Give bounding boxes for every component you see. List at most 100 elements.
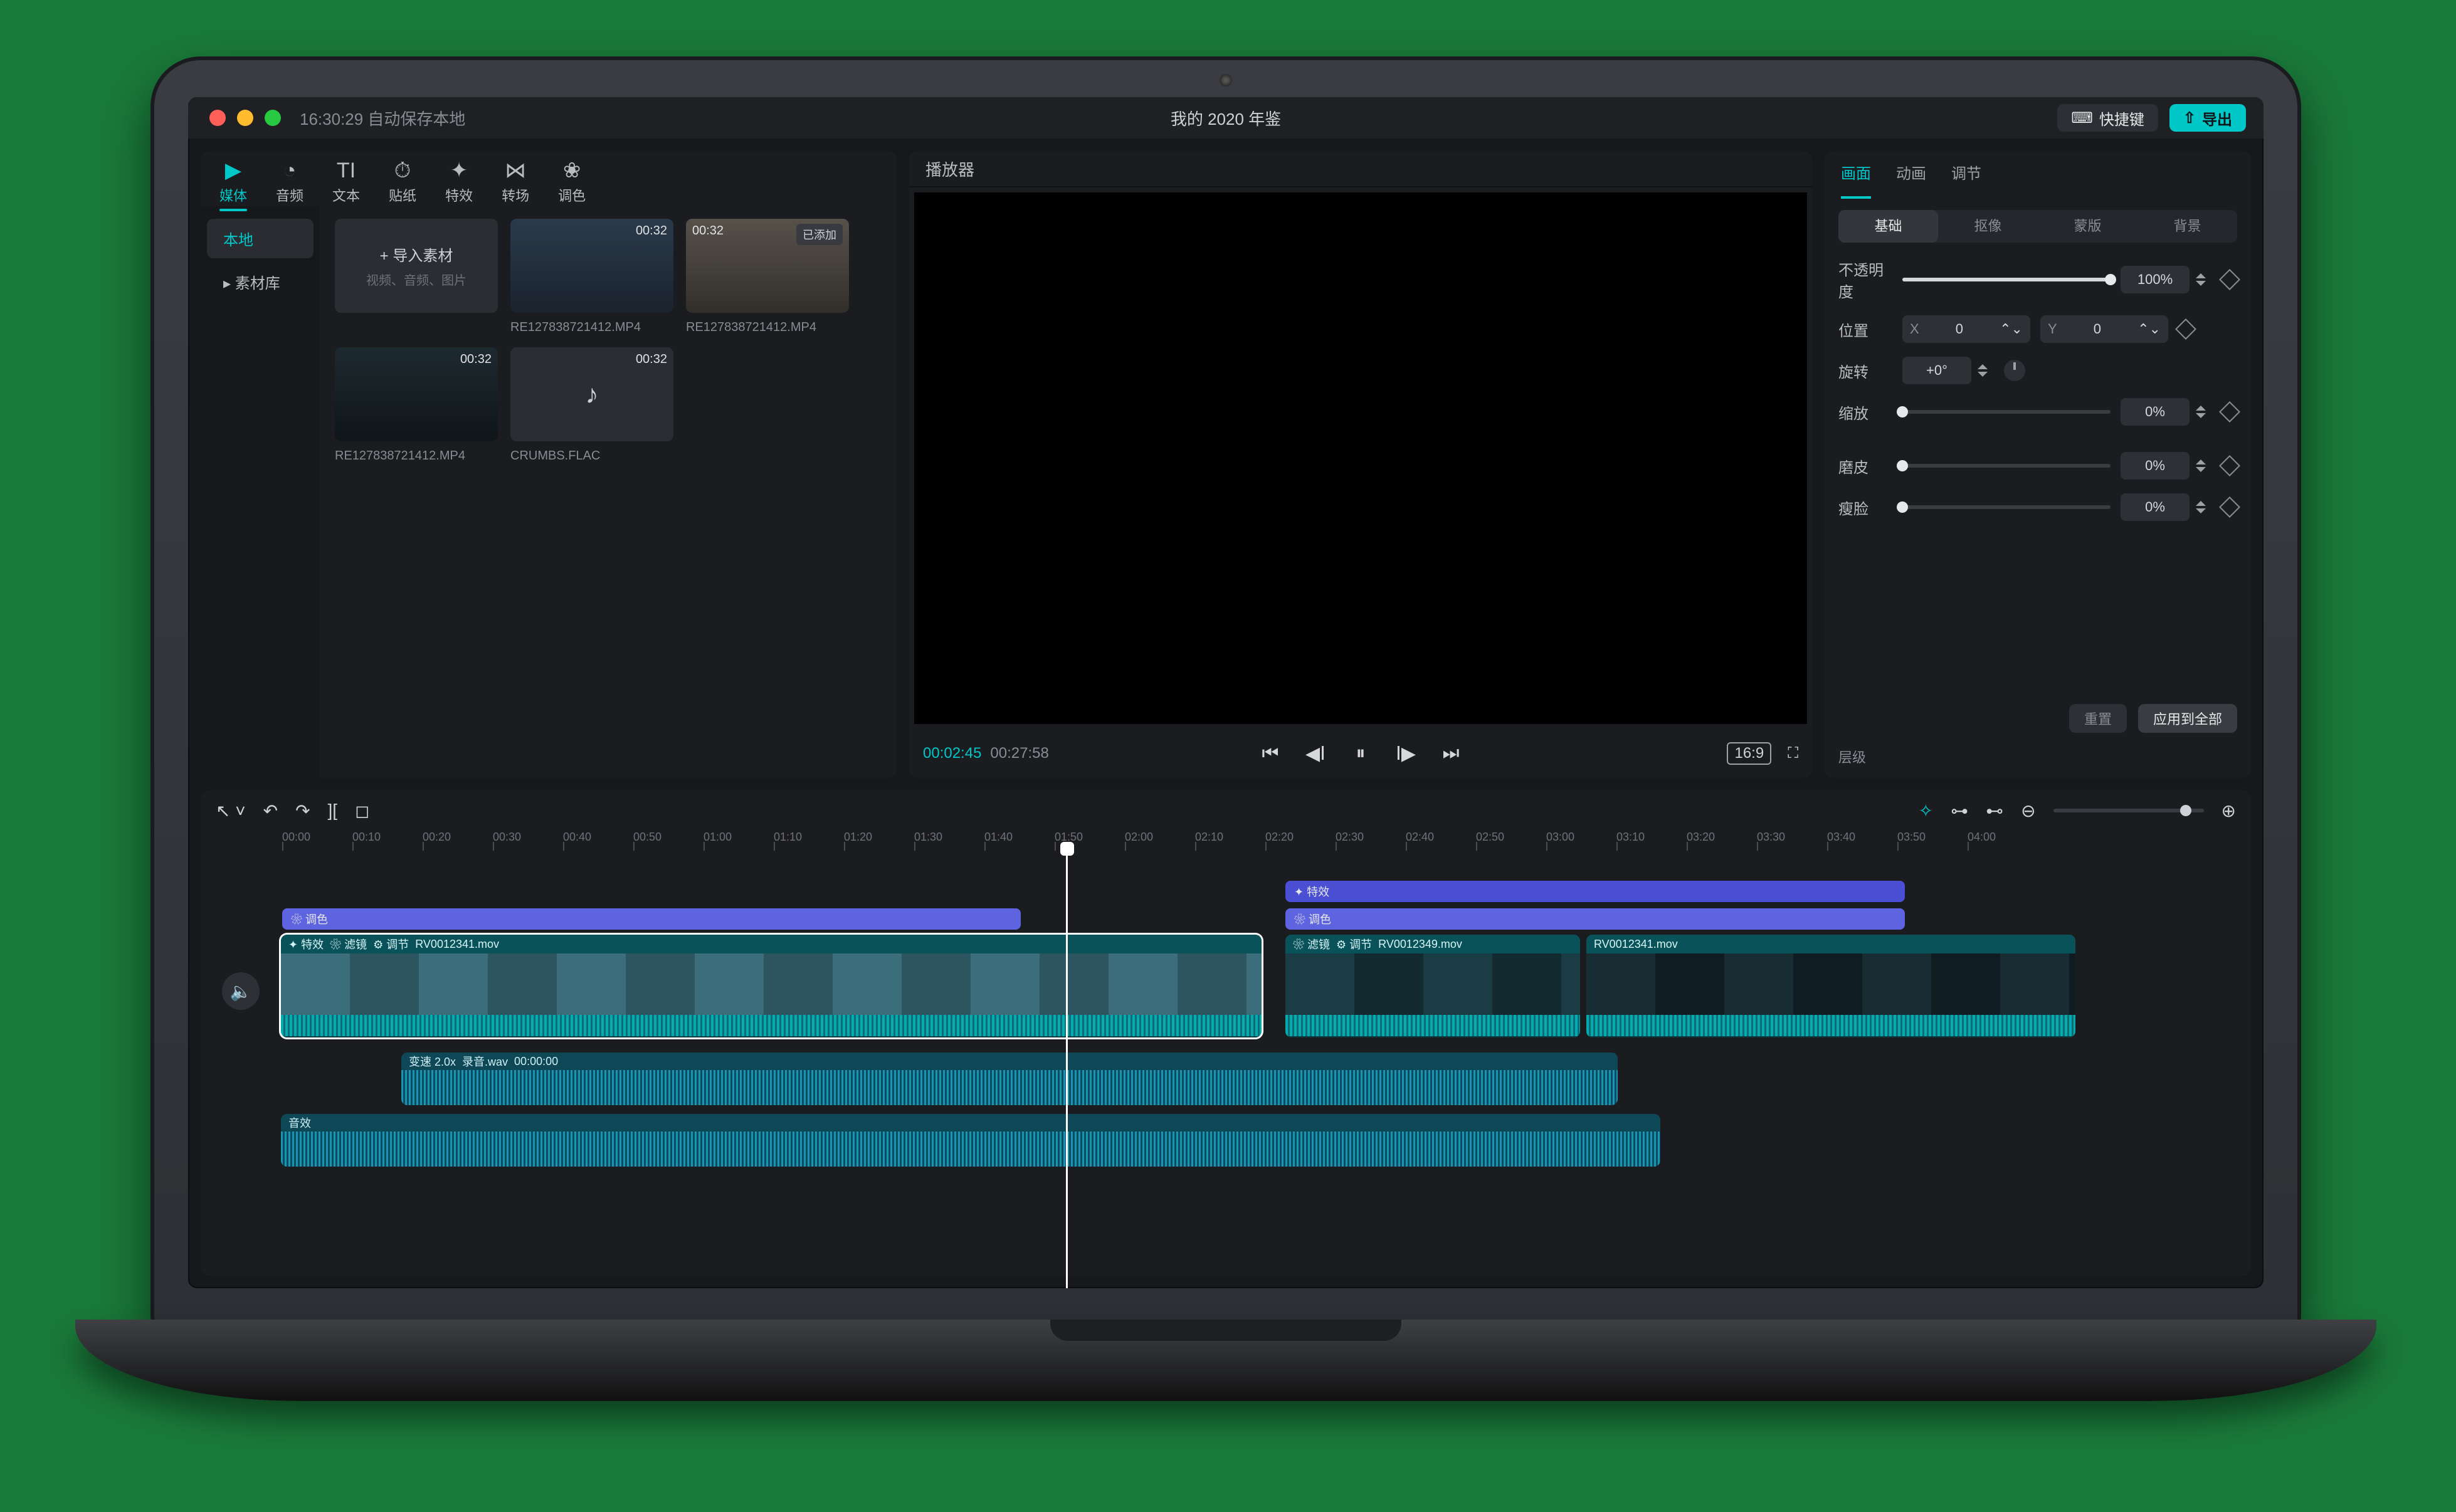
snap-toggle[interactable]: ✧ [1919, 801, 1933, 821]
tab-text[interactable]: TI 文本 [332, 160, 360, 205]
media-item-audio[interactable]: 00:32 ♪ [510, 347, 673, 441]
select-tool[interactable]: ↖ ˅ [216, 801, 246, 821]
tab-adjust[interactable]: 调节 [1951, 161, 1981, 199]
next-clip-button[interactable]: ⏭ [1441, 743, 1461, 765]
scale-slider[interactable] [1902, 410, 2111, 414]
undo-button[interactable]: ↶ [263, 801, 278, 821]
track-label: ❀ 调色 [1294, 911, 1331, 927]
sidebar-local[interactable]: 本地 [207, 219, 314, 258]
effects-track[interactable]: ✦ 特效 [1285, 881, 1905, 902]
media-item[interactable]: 已添加 00:32 [686, 219, 849, 313]
prev-frame-button[interactable]: ◀Ⅰ [1305, 743, 1326, 765]
split-button[interactable]: ][ [328, 801, 338, 821]
apply-all-button[interactable]: 应用到全部 [2138, 704, 2237, 733]
track-label: ❀ 调色 [291, 911, 328, 927]
colorgrade-track[interactable]: ❀ 调色 [282, 908, 1021, 930]
window-close[interactable] [209, 110, 226, 126]
ruler-tick: 03:30 [1757, 831, 1827, 853]
ruler-tick: 00:20 [423, 831, 493, 853]
audio-clip[interactable]: 音效 [281, 1114, 1660, 1167]
video-clip[interactable]: ❀ 滤镜 ⚙ 调节 RV0012349.mov [1285, 935, 1580, 1037]
ruler-tick: 02:00 [1125, 831, 1195, 853]
clip-name: CRUMBS.FLAC [510, 449, 673, 463]
reset-button[interactable]: 重置 [2069, 704, 2127, 733]
scale-value[interactable]: 0% [2121, 398, 2190, 426]
timeline-ruler[interactable]: 00:00 00:10 00:20 00:30 00:40 00:50 01:0… [201, 831, 2251, 853]
smooth-value[interactable]: 0% [2121, 452, 2190, 480]
play-pause-button[interactable]: ⏸ [1351, 743, 1371, 765]
slim-spinner[interactable] [2196, 501, 2212, 513]
prev-clip-button[interactable]: ⏮ [1260, 743, 1280, 765]
tab-label: 文本 [332, 185, 360, 205]
tab-sticker[interactable]: ⏱ 贴纸 [389, 160, 416, 205]
slim-value[interactable]: 0% [2121, 493, 2190, 521]
position-y-input[interactable]: Y0⌃⌄ [2040, 315, 2168, 343]
tab-effects[interactable]: ✦ 特效 [445, 160, 473, 205]
subtab-background[interactable]: 背景 [2137, 210, 2237, 243]
tab-animation[interactable]: 动画 [1896, 161, 1926, 199]
audio-clip[interactable]: 变速 2.0x 录音.wav 00:00:00 [401, 1053, 1618, 1105]
zoom-in-button[interactable]: ⊕ [2221, 801, 2236, 821]
next-frame-button[interactable]: Ⅰ▶ [1396, 743, 1416, 765]
position-keyframe[interactable] [2175, 318, 2196, 340]
media-item[interactable]: 00:32 [510, 219, 673, 313]
smooth-spinner[interactable] [2196, 459, 2212, 472]
scale-keyframe[interactable] [2219, 401, 2240, 423]
value: 0 [2094, 321, 2101, 337]
slim-keyframe[interactable] [2219, 496, 2240, 518]
fullscreen-button[interactable]: ⛶ [1788, 745, 1798, 762]
clip-tag: ⚙ 调节 [1336, 936, 1372, 952]
music-note-icon: ♪ [586, 379, 599, 409]
audio-filename: 录音.wav [462, 1053, 508, 1069]
opacity-keyframe[interactable] [2219, 269, 2240, 290]
zoom-slider[interactable] [2053, 809, 2204, 812]
timeline-tracks[interactable]: 🔈 ✦ 特效 ❀ 调色 ❀ 调色 ✦ 特效 [201, 853, 2251, 1276]
smooth-slider[interactable] [1902, 464, 2111, 468]
video-clip[interactable]: ✦ 特效 ❀ 滤镜 ⚙ 调节 RV0012341.mov [281, 935, 1262, 1037]
stepper-icon: ⌃⌄ [2000, 321, 2023, 337]
tab-label: 音频 [276, 185, 303, 205]
ruler-tick: 02:10 [1195, 831, 1265, 853]
video-clip[interactable]: RV0012341.mov [1586, 935, 2075, 1037]
smooth-keyframe[interactable] [2219, 455, 2240, 476]
subtab-basic[interactable]: 基础 [1838, 210, 1938, 243]
tab-colorgrade[interactable]: ❀ 调色 [558, 160, 586, 205]
window-maximize[interactable] [265, 110, 281, 126]
rotation-dial[interactable] [2004, 360, 2025, 381]
subtab-chromakey[interactable]: 抠像 [1938, 210, 2038, 243]
import-media-button[interactable]: + 导入素材 视频、音频、图片 [335, 219, 498, 313]
crop-button[interactable]: ◻ [355, 801, 369, 821]
slim-slider[interactable] [1902, 505, 2111, 509]
subtab-mask[interactable]: 蒙版 [2038, 210, 2137, 243]
ruler-tick: 01:30 [914, 831, 984, 853]
tab-audio[interactable]: ◔ 音频 [276, 160, 303, 205]
shortcuts-button[interactable]: ⌨ 快捷键 [2057, 104, 2158, 132]
window-minimize[interactable] [237, 110, 253, 126]
aspect-ratio-button[interactable]: 16:9 [1727, 742, 1771, 765]
scale-spinner[interactable] [2196, 406, 2212, 418]
colorgrade-track[interactable]: ❀ 调色 [1285, 908, 1905, 930]
media-grid: + 导入素材 视频、音频、图片 00:32 RE127838721412.MP4 [320, 206, 897, 778]
player-canvas[interactable] [914, 192, 1807, 724]
opacity-slider[interactable] [1902, 278, 2111, 281]
rotation-value[interactable]: +0° [1902, 357, 1971, 384]
sidebar-library[interactable]: ▸ 素材库 [207, 262, 314, 302]
redo-button[interactable]: ↷ [295, 801, 310, 821]
opacity-value[interactable]: 100% [2121, 266, 2190, 293]
tab-transition[interactable]: ⋈ 转场 [502, 160, 529, 205]
zoom-out-button[interactable]: ⊖ [2021, 801, 2035, 821]
mute-track-button[interactable]: 🔈 [222, 972, 260, 1010]
clip-tag: ✦ 特效 [288, 936, 324, 952]
media-item[interactable]: 00:32 [335, 347, 498, 441]
link-toggle[interactable]: ⊶ [1951, 801, 1968, 821]
playhead[interactable] [1066, 853, 1068, 1288]
tab-picture[interactable]: 画面 [1841, 161, 1871, 199]
tab-media[interactable]: ▶ 媒体 [219, 160, 247, 205]
opacity-spinner[interactable] [2196, 273, 2212, 286]
unlink-button[interactable]: ⊷ [1986, 801, 2003, 821]
export-button[interactable]: ⇧ 导出 [2169, 104, 2246, 132]
ruler-tick: 02:40 [1406, 831, 1476, 853]
timeline-toolbar: ↖ ˅ ↶ ↷ ][ ◻ ✧ ⊶ ⊷ ⊖ ⊕ [201, 790, 2251, 831]
rotation-spinner[interactable] [1978, 364, 1994, 377]
position-x-input[interactable]: X0⌃⌄ [1902, 315, 2030, 343]
